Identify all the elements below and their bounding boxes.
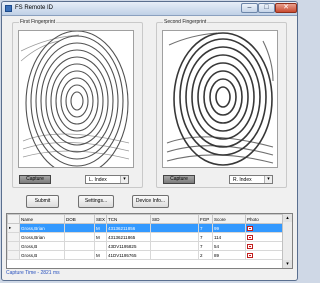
- title-bar: FS Remote ID – □ ✕: [2, 2, 297, 16]
- row-indicator: [7, 250, 20, 260]
- cell-dob: [64, 223, 95, 233]
- row-indicator: [7, 241, 20, 251]
- column-header-fgp[interactable]: FGP: [198, 214, 213, 224]
- table-row[interactable]: ▸ Gross,Brian M 43136211856 7 99: [7, 223, 284, 233]
- chevron-down-icon[interactable]: ▾: [264, 176, 272, 183]
- cell-name: Gross,B: [19, 241, 65, 251]
- column-header-name[interactable]: Name: [19, 214, 65, 224]
- second-fingerprint-panel: Second Fingerprint Capture R. Index ▾: [156, 19, 287, 188]
- cell-name: Gross,Brian: [19, 223, 65, 233]
- cell-tcn: 41DV1195765: [106, 250, 151, 260]
- first-fingerprint-title: First Fingerprint: [19, 19, 57, 25]
- column-header-sex[interactable]: SEX: [94, 214, 107, 224]
- cell-sid: [150, 250, 199, 260]
- maximize-button[interactable]: □: [258, 3, 275, 13]
- cell-sex: [94, 241, 107, 251]
- table-header-row: Name DOB SEX TCN SID FGP Score Photo: [7, 214, 284, 224]
- table-row[interactable]: Gross,B M 41DV1195765 2 89: [7, 250, 284, 260]
- minimize-button[interactable]: –: [241, 3, 258, 13]
- cell-sid: [150, 232, 199, 242]
- first-capture-button[interactable]: Capture: [19, 175, 51, 184]
- cell-sex: M: [94, 223, 107, 233]
- cell-fgp: 7: [198, 241, 213, 251]
- cell-photo[interactable]: [245, 232, 284, 242]
- second-finger-select[interactable]: R. Index ▾: [229, 175, 273, 184]
- first-finger-select[interactable]: L. Index ▾: [85, 175, 129, 184]
- app-icon: [5, 5, 12, 12]
- second-capture-button[interactable]: Capture: [163, 175, 195, 184]
- cell-score: 99: [212, 223, 246, 233]
- cell-photo[interactable]: [245, 250, 284, 260]
- photo-icon[interactable]: [247, 235, 253, 240]
- second-finger-value: R. Index: [233, 177, 252, 183]
- cell-sex: M: [94, 232, 107, 242]
- cell-fgp: 7: [198, 232, 213, 242]
- first-fingerprint-panel: First Fingerprint Capture L. Index ▾: [12, 19, 143, 188]
- status-text: Capture Time - 2821 ms: [6, 270, 60, 276]
- row-indicator: [7, 232, 20, 242]
- cell-name: Gross,Brian: [19, 232, 65, 242]
- cell-tcn: 43DV1195825: [106, 241, 151, 251]
- table-row[interactable]: Gross,B 43DV1195825 7 54: [7, 241, 284, 251]
- second-fingerprint-title: Second Fingerprint: [163, 19, 208, 25]
- app-window: FS Remote ID – □ ✕ First Fingerprint Cap…: [1, 1, 298, 281]
- photo-icon[interactable]: [247, 226, 253, 231]
- row-header-corner: [7, 214, 20, 224]
- cell-sid: [150, 223, 199, 233]
- first-finger-value: L. Index: [89, 177, 107, 183]
- column-header-sid[interactable]: SID: [150, 214, 199, 224]
- column-header-dob[interactable]: DOB: [64, 214, 95, 224]
- cell-dob: [64, 250, 95, 260]
- cell-score: 89: [212, 250, 246, 260]
- scroll-down-icon[interactable]: ▾: [283, 260, 292, 268]
- cell-photo[interactable]: [245, 223, 284, 233]
- row-pointer-icon: ▸: [7, 223, 20, 233]
- device-info-button[interactable]: Device Info...: [132, 195, 169, 208]
- cell-photo[interactable]: [245, 241, 284, 251]
- cell-tcn: 43136211865: [106, 232, 151, 242]
- second-fingerprint-image: [162, 30, 278, 168]
- cell-name: Gross,B: [19, 250, 65, 260]
- cell-fgp: 7: [198, 223, 213, 233]
- close-button[interactable]: ✕: [275, 3, 297, 13]
- fingerprint-right-graphic: [166, 32, 274, 166]
- photo-icon[interactable]: [247, 253, 253, 258]
- cell-tcn: 43136211856: [106, 223, 151, 233]
- column-header-score[interactable]: Score: [212, 214, 246, 224]
- fingerprint-left-graphic: [20, 31, 130, 167]
- first-fingerprint-image: [18, 30, 134, 168]
- cell-sex: M: [94, 250, 107, 260]
- table-row[interactable]: Gross,Brian M 43136211865 7 114: [7, 232, 284, 242]
- vertical-scrollbar[interactable]: ▴ ▾: [282, 214, 292, 268]
- results-table: Name DOB SEX TCN SID FGP Score Photo ▸ G…: [7, 214, 284, 260]
- scroll-up-icon[interactable]: ▴: [283, 214, 292, 222]
- cell-score: 54: [212, 241, 246, 251]
- cell-score: 114: [212, 232, 246, 242]
- settings-button[interactable]: Settings...: [78, 195, 114, 208]
- window-title: FS Remote ID: [15, 5, 54, 11]
- cell-dob: [64, 241, 95, 251]
- chevron-down-icon[interactable]: ▾: [120, 176, 128, 183]
- column-header-tcn[interactable]: TCN: [106, 214, 151, 224]
- photo-icon[interactable]: [247, 244, 253, 249]
- column-header-photo[interactable]: Photo: [245, 214, 284, 224]
- cell-dob: [64, 232, 95, 242]
- submit-button[interactable]: Submit: [26, 195, 59, 208]
- results-grid[interactable]: Name DOB SEX TCN SID FGP Score Photo ▸ G…: [6, 213, 293, 269]
- cell-sid: [150, 241, 199, 251]
- cell-fgp: 2: [198, 250, 213, 260]
